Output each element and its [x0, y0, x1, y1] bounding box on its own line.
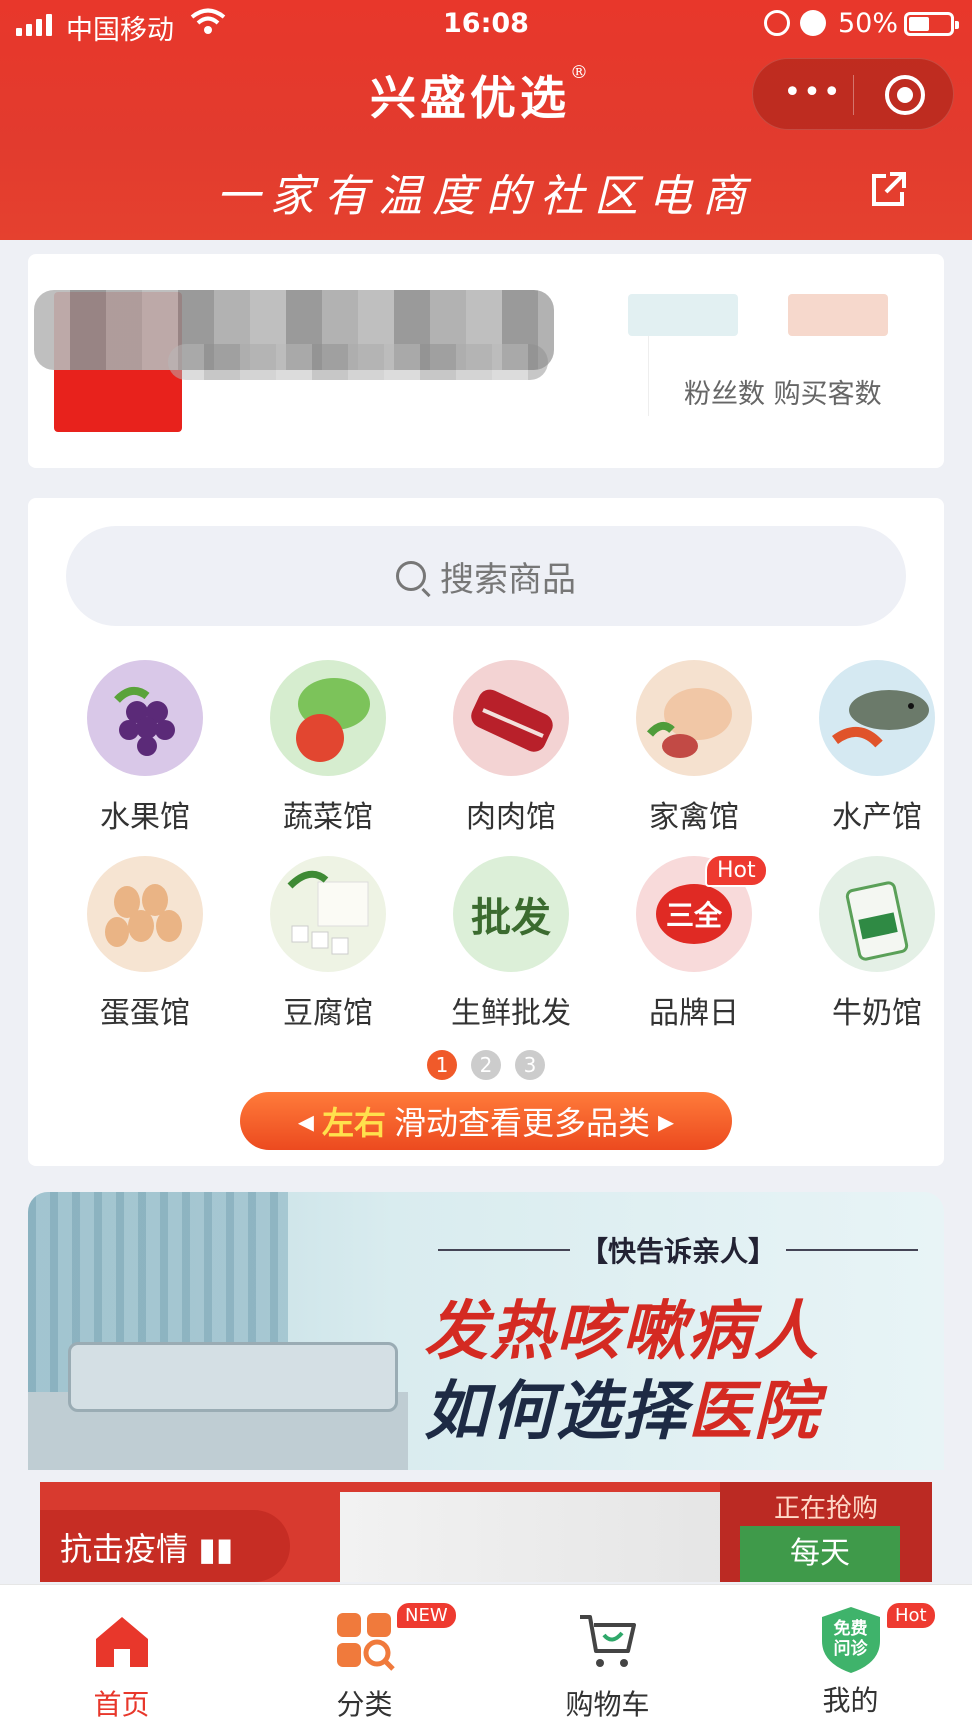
category-seafood[interactable]: 水产馆	[802, 660, 952, 836]
new-badge: NEW	[395, 1601, 458, 1630]
buyers-count-blurred	[788, 294, 888, 336]
category-meat[interactable]: 肉肉馆	[436, 660, 586, 836]
tab-cart[interactable]: 购物车	[486, 1595, 729, 1728]
pager-dot[interactable]: 3	[515, 1050, 545, 1080]
category-grid-icon	[333, 1609, 397, 1673]
search-bar[interactable]: 搜索商品	[66, 526, 906, 626]
pager-dot[interactable]: 1	[427, 1050, 457, 1080]
category-vegetables[interactable]: 蔬菜馆	[253, 660, 403, 836]
category-milk[interactable]: 牛奶馆	[802, 856, 952, 1032]
category-fruit[interactable]: 水果馆	[70, 660, 220, 836]
tab-mine[interactable]: 免费问诊 Hot 我的	[729, 1595, 972, 1728]
tab-home[interactable]: 首页	[0, 1595, 243, 1728]
status-bar: 中国移动 16:08 50%	[0, 0, 972, 50]
category-card: 搜索商品 水果馆 蔬菜馆 肉肉馆 家禽馆 水产馆 蛋蛋馆 豆腐馆 批发 生鲜批发…	[28, 498, 944, 1166]
hospital-bed-image	[68, 1342, 398, 1412]
clock: 16:08	[443, 8, 529, 39]
brand-logo: 兴盛优选®	[370, 61, 592, 125]
home-icon	[90, 1609, 154, 1673]
arrow-right-icon: ▸	[658, 1102, 675, 1140]
tab-category[interactable]: NEW 分类	[243, 1595, 486, 1728]
search-icon	[396, 561, 426, 591]
alarm-icon	[800, 10, 826, 36]
tofu-icon	[270, 856, 386, 972]
rotation-lock-icon	[764, 10, 790, 36]
meat-icon	[453, 660, 569, 776]
header: 中国移动 16:08 50% 兴盛优选® ••• 一家有温度的社区电商	[0, 0, 972, 240]
category-poultry[interactable]: 家禽馆	[619, 660, 769, 836]
fans-count-blurred	[628, 294, 738, 336]
swipe-hint-banner[interactable]: ◂ 左右 滑动查看更多品类 ▸	[240, 1092, 732, 1150]
more-icon[interactable]: •••	[783, 78, 843, 108]
poultry-icon	[636, 660, 752, 776]
wholesale-icon: 批发	[453, 856, 569, 972]
shield-icon: 免费问诊	[818, 1605, 884, 1675]
shop-card[interactable]: 粉丝数 购买客数	[28, 254, 944, 468]
bar-chart-icon: ▮▮	[198, 1530, 234, 1568]
vegetables-icon	[270, 660, 386, 776]
secondary-banner[interactable]: 抗击疫情 ▮▮ 正在抢购 每天	[40, 1482, 932, 1582]
hot-badge: Hot	[885, 1601, 937, 1630]
eggs-icon	[87, 856, 203, 972]
search-placeholder: 搜索商品	[440, 559, 576, 600]
slogan: 一家有温度的社区电商	[216, 171, 756, 222]
stat-labels: 粉丝数 购买客数	[684, 379, 882, 410]
promo-banner[interactable]: 【快告诉亲人】 发热咳嗽病人 如何选择医院	[28, 1192, 944, 1470]
cart-icon	[576, 1609, 640, 1673]
category-pager: 1 2 3	[28, 1050, 944, 1080]
category-eggs[interactable]: 蛋蛋馆	[70, 856, 220, 1032]
share-icon[interactable]	[868, 170, 908, 210]
arrow-left-icon: ◂	[297, 1102, 314, 1140]
fish-icon	[819, 660, 935, 776]
battery-icon	[904, 12, 959, 36]
category-brand-day[interactable]: 三全 Hot 品牌日	[619, 854, 769, 1032]
bottom-tab-bar: 首页 NEW 分类 购物车 免费问诊 Hot 我的	[0, 1584, 972, 1728]
close-target-icon[interactable]	[885, 75, 925, 115]
grapes-icon	[87, 660, 203, 776]
milk-icon	[819, 856, 935, 972]
shop-address-blurred	[168, 344, 548, 380]
category-wholesale[interactable]: 批发 生鲜批发	[436, 856, 586, 1032]
hot-badge: Hot	[705, 854, 768, 887]
pager-dot[interactable]: 2	[471, 1050, 501, 1080]
mini-program-capsule: •••	[752, 58, 954, 130]
category-tofu[interactable]: 豆腐馆	[253, 856, 403, 1032]
battery-percentage: 50%	[838, 8, 899, 39]
